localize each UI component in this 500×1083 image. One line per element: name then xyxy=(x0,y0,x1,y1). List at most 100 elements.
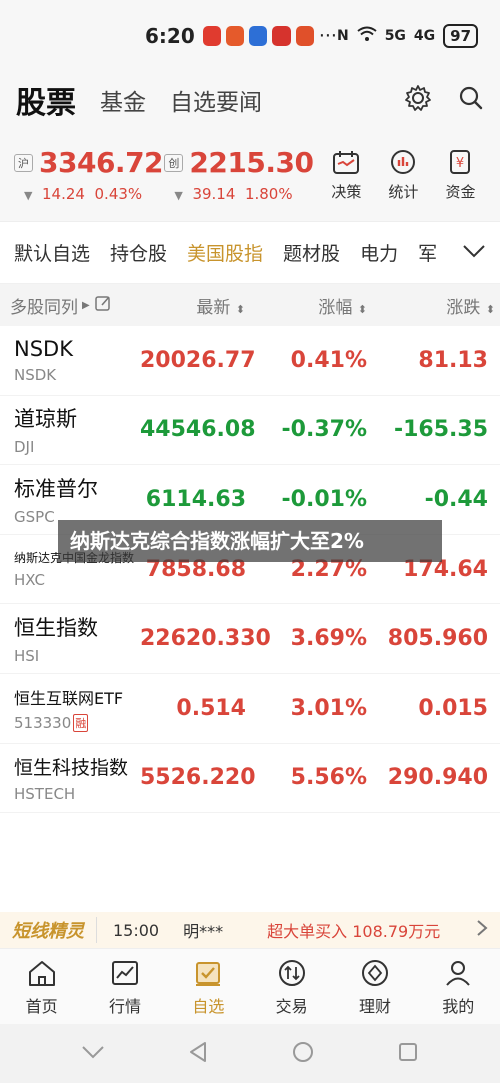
sort-icon: ⬍ xyxy=(485,302,495,316)
column-price-sort[interactable]: 最新 ⬍ xyxy=(125,293,245,318)
index-value: 3346.72 xyxy=(39,146,164,179)
nfc-icon: N xyxy=(336,28,349,44)
nav-label: 我的 xyxy=(442,996,475,1016)
chevron-right-icon[interactable] xyxy=(476,919,488,941)
watch-tab-military[interactable]: 军 xyxy=(418,239,437,266)
edit-icon xyxy=(94,294,112,317)
index-tag: 沪 xyxy=(14,153,33,172)
stats-icon xyxy=(378,147,429,177)
row-chg: -0.44 xyxy=(424,486,488,512)
signal-5g: 5G xyxy=(384,28,406,44)
watchlist-icon xyxy=(193,957,223,989)
back-icon[interactable] xyxy=(187,1040,209,1068)
row-pct: 5.56% xyxy=(290,765,367,791)
tab-stocks[interactable]: 股票 xyxy=(16,78,76,122)
search-icon[interactable] xyxy=(458,85,484,115)
tool-funds[interactable]: ¥ 资金 xyxy=(435,147,486,202)
nav-label: 自选 xyxy=(192,996,225,1016)
app-notification-icon xyxy=(295,26,314,46)
sort-icon: ⬍ xyxy=(357,302,367,316)
short-line-ticker[interactable]: 短线精灵 15:00 明*** 超大单买入 108.79万元 xyxy=(0,912,500,948)
app-notification-icon xyxy=(202,26,221,46)
ticker-message: 超大单买入 108.79万元 xyxy=(267,922,441,941)
money-icon: ¥ xyxy=(435,147,486,177)
row-pct: 3.01% xyxy=(290,695,367,721)
row-pct: -0.01% xyxy=(281,486,367,512)
more-notifications: ··· xyxy=(318,25,337,47)
trend-chart-icon xyxy=(110,957,140,989)
row-chg: 290.940 xyxy=(387,765,488,791)
watch-tab-default[interactable]: 默认自选 xyxy=(14,239,90,266)
nav-label: 理财 xyxy=(358,996,391,1016)
row-code: 513330 xyxy=(14,713,72,732)
row-name: 标准普尔 xyxy=(14,476,98,501)
wifi-icon xyxy=(357,26,377,46)
index-change-pct: 1.80% xyxy=(244,185,293,203)
index-strip: 沪 3346.72 ▼ 14.24 0.43% 创 2215.30 ▼ 39.1… xyxy=(0,128,500,222)
index-change: ▼ 14.24 0.43% xyxy=(14,185,164,203)
margin-badge: 融 xyxy=(73,713,89,732)
index-chinext[interactable]: 创 2215.30 ▼ 39.14 1.80% xyxy=(164,146,314,203)
column-chg-sort[interactable]: 涨跌 ⬍ xyxy=(367,293,495,318)
watch-tab-holdings[interactable]: 持仓股 xyxy=(110,239,167,266)
tab-funds[interactable]: 基金 xyxy=(100,83,146,117)
status-time: 6:20 xyxy=(145,24,195,48)
row-code: DJI xyxy=(14,438,35,457)
row-code: HSTECH xyxy=(14,784,76,803)
ticker-user: 明*** xyxy=(183,922,224,941)
row-price: 6114.63 xyxy=(145,486,246,512)
table-row[interactable]: 恒生指数 HSI 22620.330 3.69% 805.960 xyxy=(0,604,500,674)
row-name: NSDK xyxy=(14,336,73,361)
table-row[interactable]: 恒生互联网ETF 513330 融 0.514 3.01% 0.015 xyxy=(0,674,500,744)
recents-icon[interactable] xyxy=(397,1041,419,1067)
hide-keyboard-icon[interactable] xyxy=(81,1044,105,1064)
system-nav-bar xyxy=(0,1024,500,1083)
tab-watch-news[interactable]: 自选要闻 xyxy=(170,83,262,117)
row-price: 22620.330 xyxy=(140,626,271,652)
nav-profile[interactable]: 我的 xyxy=(417,949,500,1024)
table-row[interactable]: NSDK NSDK 20026.77 0.41% 81.13 xyxy=(0,326,500,396)
column-pct-sort[interactable]: 涨幅 ⬍ xyxy=(245,293,367,318)
index-change-pct: 0.43% xyxy=(94,185,143,203)
column-price-label: 最新 xyxy=(196,297,231,318)
home-circle-icon[interactable] xyxy=(291,1040,315,1068)
app-notification-icon xyxy=(225,26,245,46)
tool-label: 决策 xyxy=(331,183,362,201)
tool-label: 统计 xyxy=(388,183,419,201)
index-shanghai[interactable]: 沪 3346.72 ▼ 14.24 0.43% xyxy=(14,146,164,203)
bottom-nav: 首页 行情 自选 交易 理财 我的 xyxy=(0,948,500,1024)
app-notification-icon xyxy=(272,26,291,46)
nav-label: 行情 xyxy=(108,996,141,1016)
watch-tab-themes[interactable]: 题材股 xyxy=(283,239,340,266)
table-row[interactable]: 恒生科技指数 HSTECH 5526.220 5.56% 290.940 xyxy=(0,744,500,814)
app-notification-icon xyxy=(249,26,268,46)
row-price: 20026.77 xyxy=(140,347,256,373)
row-price: 5526.220 xyxy=(140,765,256,791)
battery-icon: 97 xyxy=(443,24,479,48)
nav-home[interactable]: 首页 xyxy=(0,949,83,1024)
quote-list: NSDK NSDK 20026.77 0.41% 81.13 道琼斯 DJI 445… xyxy=(0,326,500,814)
table-row[interactable]: 道琼斯 DJI 44546.08 -0.37% -165.35 xyxy=(0,396,500,466)
triangle-right-icon: ▶ xyxy=(82,299,90,311)
chevron-down-icon[interactable] xyxy=(462,243,486,263)
tool-statistics[interactable]: 统计 xyxy=(378,147,429,202)
row-code: HSI xyxy=(14,647,40,666)
row-name: 恒生指数 xyxy=(14,616,98,641)
row-chg: 81.13 xyxy=(418,347,488,373)
nav-wealth[interactable]: 理财 xyxy=(333,949,416,1024)
row-chg: 0.015 xyxy=(418,695,488,721)
tool-decision[interactable]: 决策 xyxy=(321,147,372,202)
index-change-value: 14.24 xyxy=(42,185,85,203)
triangle-down-icon: ▼ xyxy=(174,189,183,202)
nav-market[interactable]: 行情 xyxy=(83,949,166,1024)
nav-watchlist[interactable]: 自选 xyxy=(167,949,250,1024)
nav-label: 交易 xyxy=(275,996,308,1016)
index-change: ▼ 39.14 1.80% xyxy=(164,185,314,203)
watch-tab-power[interactable]: 电力 xyxy=(360,239,398,266)
nav-trade[interactable]: 交易 xyxy=(250,949,333,1024)
calendar-icon xyxy=(321,147,372,177)
settings-gear-icon[interactable] xyxy=(404,84,432,116)
multi-compare-button[interactable]: 多股同列 ▶ xyxy=(0,293,125,318)
status-right: N 5G 4G 97 xyxy=(336,24,479,48)
watch-tab-us-indices[interactable]: 美国股指 xyxy=(187,239,263,266)
